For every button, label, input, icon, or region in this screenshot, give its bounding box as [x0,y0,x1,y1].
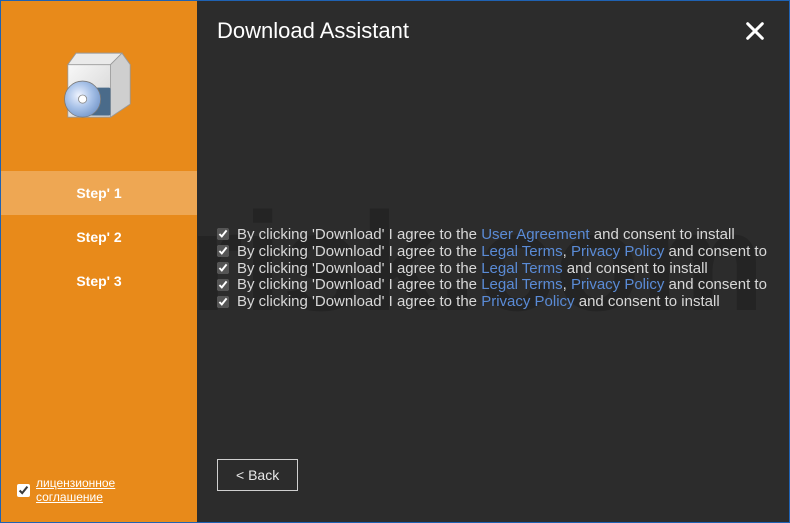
close-icon [744,20,766,42]
consent-text: By clicking 'Download' I agree to the Pr… [237,293,720,310]
footer: < Back [217,448,769,502]
consent-link[interactable]: Privacy Policy [571,276,664,293]
consent-checkbox[interactable] [217,296,229,308]
step-3[interactable]: Step' 3 [1,259,197,303]
license-row: лицензионное соглашение [1,466,197,522]
consent-link[interactable]: Privacy Policy [571,243,664,260]
back-button[interactable]: < Back [217,459,298,491]
close-button[interactable] [741,17,769,45]
consent-checkbox[interactable] [217,262,229,274]
consent-row: By clicking 'Download' I agree to the Pr… [217,293,769,310]
installer-box-icon [58,45,140,127]
titlebar: Download Assistant [217,1,769,61]
consent-row: By clicking 'Download' I agree to the Le… [217,243,769,260]
consent-link[interactable]: Legal Terms [481,276,562,293]
consent-text: By clicking 'Download' I agree to the Le… [237,260,708,277]
installer-icon-wrap [1,1,197,171]
step-label: Step' 2 [76,229,121,245]
consent-checkbox[interactable] [217,279,229,291]
license-link[interactable]: лицензионное соглашение [36,476,185,504]
content-body: By clicking 'Download' I agree to the Us… [217,61,769,448]
consent-checkbox[interactable] [217,228,229,240]
main-panel: Download Assistant By clicking 'Download… [197,1,789,522]
consent-checkbox[interactable] [217,245,229,257]
installer-window: pcrisk.com [0,0,790,523]
step-2[interactable]: Step' 2 [1,215,197,259]
consent-text: By clicking 'Download' I agree to the Us… [237,226,735,243]
consent-link[interactable]: Legal Terms [481,260,562,277]
consent-row: By clicking 'Download' I agree to the Us… [217,226,769,243]
consent-text: By clicking 'Download' I agree to the Le… [237,276,767,293]
consent-list: By clicking 'Download' I agree to the Us… [217,226,769,310]
consent-text: By clicking 'Download' I agree to the Le… [237,243,767,260]
consent-row: By clicking 'Download' I agree to the Le… [217,260,769,277]
step-label: Step' 1 [76,185,121,201]
step-label: Step' 3 [76,273,121,289]
consent-link[interactable]: Privacy Policy [481,293,574,310]
consent-link[interactable]: User Agreement [481,226,589,243]
page-title: Download Assistant [217,18,409,44]
sidebar: Step' 1 Step' 2 Step' 3 лицензионное сог… [1,1,197,522]
license-checkbox[interactable] [17,484,30,497]
step-1[interactable]: Step' 1 [1,171,197,215]
step-list: Step' 1 Step' 2 Step' 3 [1,171,197,303]
consent-row: By clicking 'Download' I agree to the Le… [217,276,769,293]
consent-link[interactable]: Legal Terms [481,243,562,260]
